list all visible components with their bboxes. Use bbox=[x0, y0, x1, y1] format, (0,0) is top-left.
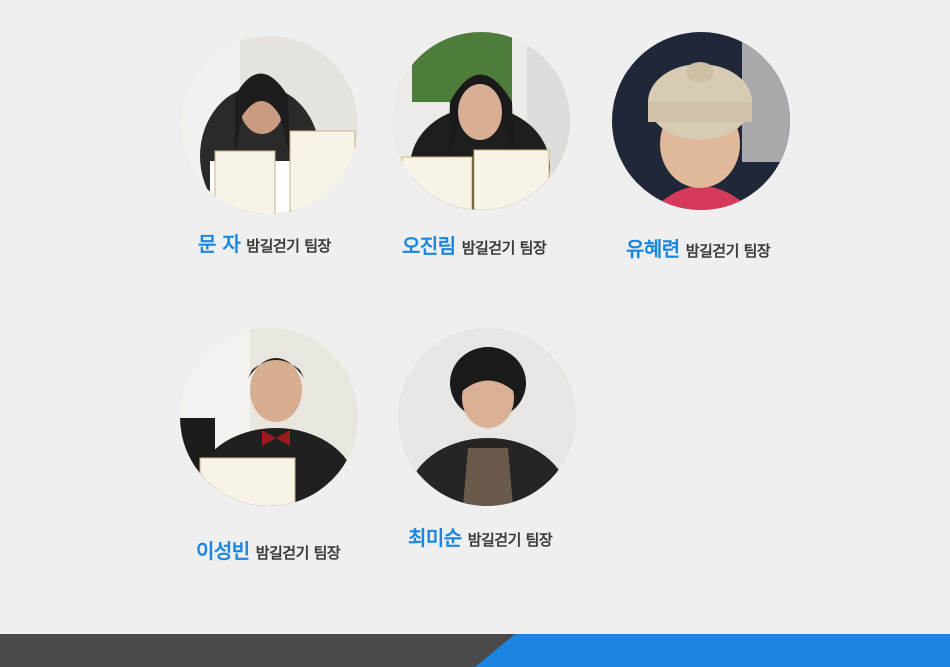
member-photo bbox=[180, 328, 358, 506]
footer-band bbox=[0, 634, 950, 667]
member-role: 밤길걷기 팀장 bbox=[461, 239, 547, 257]
member-name: 오진림 bbox=[402, 234, 456, 258]
person-photo-icon bbox=[392, 32, 570, 210]
person-photo-icon bbox=[612, 32, 790, 210]
person-photo-icon bbox=[180, 36, 358, 214]
member-name: 이성빈 bbox=[196, 539, 250, 563]
member-photo bbox=[398, 328, 576, 506]
member-photo bbox=[392, 32, 570, 210]
member-name: 유혜련 bbox=[626, 237, 680, 261]
member-role: 밤길걷기 팀장 bbox=[246, 237, 331, 255]
member-role: 밤길걷기 팀장 bbox=[467, 531, 553, 549]
member-role: 밤길걷기 팀장 bbox=[685, 242, 771, 260]
person-photo-icon bbox=[180, 328, 358, 506]
member-photo bbox=[612, 32, 790, 210]
member-name: 최미순 bbox=[408, 526, 462, 550]
member-photo bbox=[180, 36, 358, 214]
member-role: 밤길걷기 팀장 bbox=[255, 544, 341, 562]
person-photo-icon bbox=[398, 328, 576, 506]
footer-stripe bbox=[0, 634, 950, 667]
member-name: 문 자 bbox=[198, 232, 241, 256]
